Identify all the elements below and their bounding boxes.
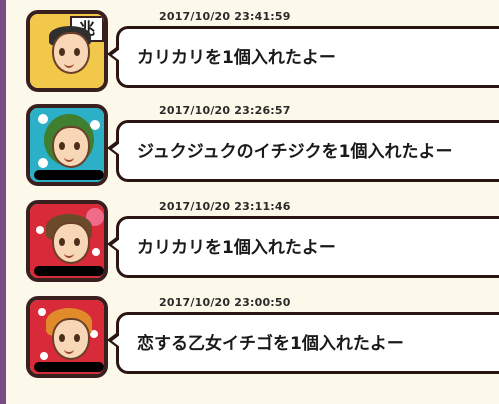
avatar-dot	[92, 248, 100, 256]
avatar-dot	[38, 114, 48, 124]
avatar-eye-right	[74, 142, 80, 150]
avatar-redaction	[34, 170, 104, 180]
avatar-face	[52, 222, 90, 264]
avatar-redaction	[34, 266, 104, 276]
speech-bubble: カリカリを1個入れたよー	[107, 26, 499, 88]
message-row: 2017/10/20 23:00:50 恋する乙女イチゴを1個入れたよー	[26, 296, 499, 388]
avatar-dot	[38, 158, 48, 168]
avatar-dot	[38, 308, 46, 316]
avatar-eye-left	[59, 334, 65, 342]
speech-bubble: 恋する乙女イチゴを1個入れたよー	[107, 312, 499, 374]
message-text: ジュクジュクのイチジクを1個入れたよー	[137, 142, 453, 162]
message-timestamp: 2017/10/20 23:26:57	[159, 104, 291, 117]
avatar[interactable]	[26, 104, 108, 186]
message-timestamp: 2017/10/20 23:11:46	[159, 200, 291, 213]
message-row: 2017/10/20 23:26:57 ジュクジュクのイチジクを1個入れたよー	[26, 104, 499, 196]
avatar-face	[52, 318, 90, 360]
message-text: カリカリを1個入れたよー	[137, 48, 336, 68]
message-text: カリカリを1個入れたよー	[137, 238, 336, 258]
message-row: 兆 2017/10/20 23:41:59 カリカリを1個入れたよー	[26, 10, 499, 102]
avatar[interactable]: 兆	[26, 10, 108, 92]
avatar-eye-right	[74, 48, 80, 56]
avatar-eye-left	[59, 238, 65, 246]
message-timestamp: 2017/10/20 23:41:59	[159, 10, 291, 23]
avatar[interactable]	[26, 296, 108, 378]
avatar-eye-right	[74, 238, 80, 246]
avatar-redaction	[34, 362, 104, 372]
avatar-face	[52, 32, 90, 74]
speech-bubble: ジュクジュクのイチジクを1個入れたよー	[107, 120, 499, 182]
avatar-face	[52, 126, 90, 168]
speech-bubble: カリカリを1個入れたよー	[107, 216, 499, 278]
avatar-eye-left	[59, 48, 65, 56]
avatar-eye-left	[59, 142, 65, 150]
avatar-eye-right	[74, 334, 80, 342]
message-log-panel: 兆 2017/10/20 23:41:59 カリカリを1個入れたよー 2017/…	[6, 0, 499, 404]
avatar-dot	[36, 226, 44, 234]
avatar[interactable]	[26, 200, 108, 282]
message-row: 2017/10/20 23:11:46 カリカリを1個入れたよー	[26, 200, 499, 292]
message-text: 恋する乙女イチゴを1個入れたよー	[137, 334, 404, 354]
avatar-dot	[40, 352, 48, 360]
message-timestamp: 2017/10/20 23:00:50	[159, 296, 291, 309]
